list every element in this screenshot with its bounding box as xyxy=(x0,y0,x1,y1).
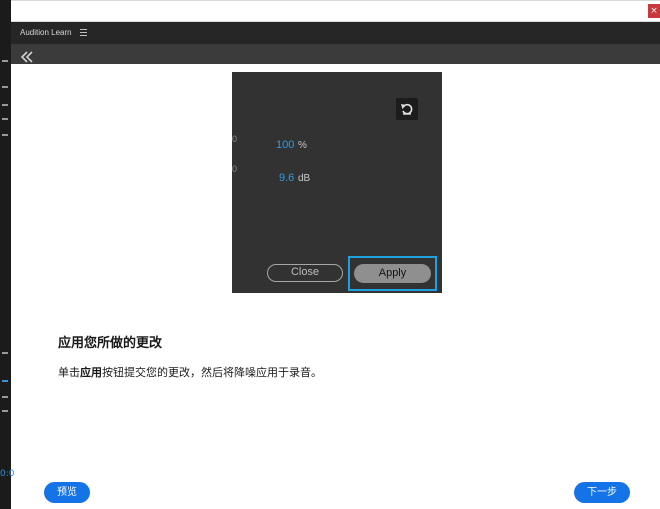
step-heading: 应用您所做的更改 xyxy=(58,336,163,351)
apply-button-image: Apply xyxy=(354,264,431,283)
db-value: 9.6 xyxy=(279,172,295,184)
step-description: 单击应用按钮提交您的更改，然后将降噪应用于录音。 xyxy=(58,364,322,380)
background-mark xyxy=(2,396,8,398)
background-mark xyxy=(2,104,8,106)
preview-button[interactable]: 预览 xyxy=(44,482,90,503)
close-icon: × xyxy=(650,6,658,16)
tutorial-screenshot: 0 100 % 0 9.6 dB Close Apply xyxy=(232,72,442,293)
db-unit: dB xyxy=(298,173,311,184)
desc-bold-apply: 应用 xyxy=(80,366,102,379)
cropped-tick: 0 xyxy=(232,164,238,174)
background-mark xyxy=(2,410,8,412)
percent-value: 100 xyxy=(276,139,295,151)
next-step-button[interactable]: 下一步 xyxy=(574,482,630,503)
background-mark xyxy=(2,118,8,120)
desc-suffix: 按钮提交您的更改，然后将降噪应用于录音。 xyxy=(102,366,322,379)
percent-unit: % xyxy=(298,140,307,151)
menu-icon[interactable] xyxy=(80,29,87,36)
audition-learn-window: 0:0 × Audition Learn 0 100 % 0 9.6 dB Cl… xyxy=(0,0,660,509)
background-timecode: 0:0 xyxy=(0,469,15,479)
nav-bar xyxy=(11,44,660,64)
close-window-button[interactable]: × xyxy=(648,4,660,18)
cropped-tick: 0 xyxy=(232,134,238,144)
background-mark xyxy=(2,60,8,62)
background-app-strip: 0:0 xyxy=(0,0,15,509)
reset-icon xyxy=(396,98,418,120)
window-titlebar: × xyxy=(11,0,660,22)
background-mark xyxy=(2,380,8,382)
close-button-image: Close xyxy=(267,264,343,282)
background-mark xyxy=(2,86,8,88)
background-mark xyxy=(2,352,8,354)
panel-title: Audition Learn xyxy=(20,28,72,37)
double-chevron-left-icon[interactable] xyxy=(20,48,34,63)
desc-prefix: 单击 xyxy=(58,366,80,379)
apply-highlight-frame: Apply xyxy=(348,256,437,291)
background-mark xyxy=(2,134,8,136)
panel-header: Audition Learn xyxy=(11,22,660,44)
